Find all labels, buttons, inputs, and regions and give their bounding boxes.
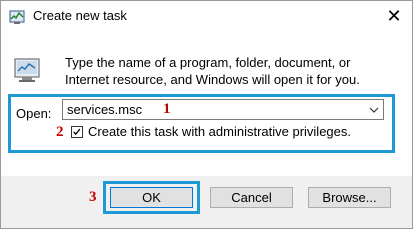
close-button[interactable]: ✕ [380,3,408,29]
admin-privileges-checkbox[interactable] [71,126,83,138]
run-dialog-icon [14,58,40,82]
chevron-down-icon[interactable] [369,105,379,115]
open-input-value: services.msc [67,102,143,117]
annotation-step-2: 2 [56,124,64,140]
window-title: Create new task [33,8,127,23]
admin-privileges-label[interactable]: Create this task with administrative pri… [88,124,351,139]
open-label: Open: [16,106,52,121]
cancel-button[interactable]: Cancel [210,187,293,208]
ok-button[interactable]: OK [110,187,193,208]
annotation-step-3: 3 [89,189,97,205]
checkmark-icon [73,128,81,136]
title-bar: Create new task ✕ [1,1,412,32]
annotation-step-1: 1 [163,101,171,117]
close-icon: ✕ [386,5,402,26]
browse-button[interactable]: Browse... [308,187,391,208]
task-manager-icon [9,10,25,24]
open-combobox[interactable]: services.msc [62,99,384,120]
dialog-description: Type the name of a program, folder, docu… [65,55,360,87]
